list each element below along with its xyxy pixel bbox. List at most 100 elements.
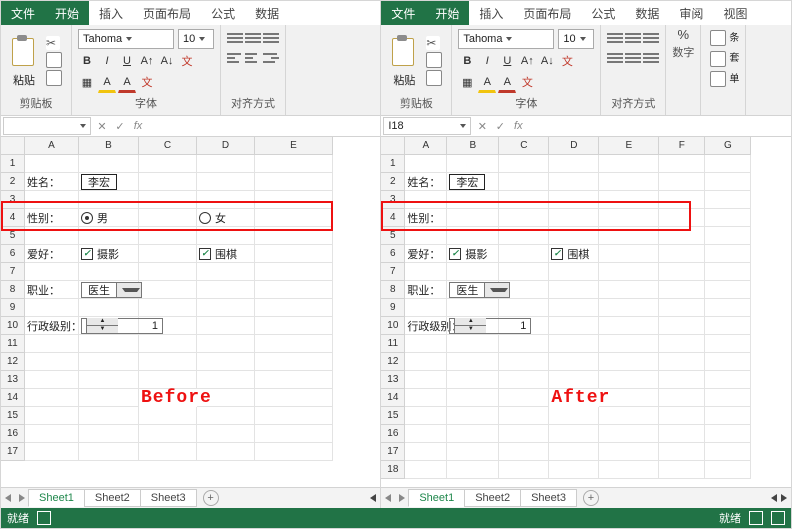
cell[interactable] xyxy=(255,173,333,191)
view-normal-icon[interactable] xyxy=(37,511,51,525)
phonetic-button-2[interactable] xyxy=(138,73,156,91)
phonetic-button[interactable] xyxy=(558,52,576,70)
cell[interactable] xyxy=(659,191,705,209)
cell[interactable] xyxy=(197,389,255,407)
row-header[interactable]: 13 xyxy=(1,371,25,389)
cell-style-button[interactable]: 单 xyxy=(707,70,739,88)
row-header[interactable]: 10 xyxy=(1,317,25,335)
row-header[interactable]: 12 xyxy=(381,353,405,371)
tab-file[interactable]: 文件 xyxy=(1,1,45,25)
cell[interactable] xyxy=(197,317,255,335)
view-page-icon[interactable] xyxy=(771,511,785,525)
cell[interactable] xyxy=(139,281,197,299)
cell[interactable] xyxy=(79,389,139,407)
bold-button[interactable]: B xyxy=(78,52,96,70)
check-photo[interactable]: 摄影 xyxy=(449,246,487,262)
cell[interactable] xyxy=(499,425,549,443)
row-header[interactable]: 1 xyxy=(381,155,405,173)
cell[interactable] xyxy=(447,353,499,371)
cell[interactable] xyxy=(499,407,549,425)
cell-gender-label[interactable]: 性别： xyxy=(405,209,447,227)
scroll-left-icon[interactable] xyxy=(771,494,777,502)
cell[interactable] xyxy=(599,371,659,389)
cell[interactable] xyxy=(25,389,79,407)
row-header[interactable]: 14 xyxy=(381,389,405,407)
italic-button[interactable]: I xyxy=(98,52,116,70)
grow-font-button[interactable]: A↑ xyxy=(138,52,156,70)
cell[interactable] xyxy=(255,443,333,461)
cell[interactable] xyxy=(705,353,751,371)
cell[interactable]: 女 xyxy=(197,209,255,227)
cell[interactable] xyxy=(705,245,751,263)
name-box[interactable]: I18 xyxy=(383,117,471,135)
cell[interactable] xyxy=(499,389,549,407)
cell[interactable] xyxy=(197,407,255,425)
col-header[interactable]: B xyxy=(79,137,139,155)
cell[interactable] xyxy=(659,353,705,371)
cell[interactable]: 摄影 xyxy=(447,245,499,263)
sheet-tab[interactable]: Sheet1 xyxy=(408,489,465,507)
align-right-icon[interactable] xyxy=(263,49,279,67)
cell[interactable]: ▲▼1 xyxy=(447,317,499,335)
tab-page-layout[interactable]: 页面布局 xyxy=(513,1,581,25)
cell[interactable] xyxy=(599,443,659,461)
cell[interactable] xyxy=(139,263,197,281)
cell[interactable] xyxy=(139,371,197,389)
cell[interactable] xyxy=(139,317,197,335)
col-header[interactable]: D xyxy=(197,137,255,155)
cell[interactable] xyxy=(25,227,79,245)
new-sheet-button[interactable]: + xyxy=(583,490,599,506)
align-center-icon[interactable] xyxy=(245,49,261,67)
cancel-button[interactable]: ✕ xyxy=(473,120,491,133)
tab-file[interactable]: 文件 xyxy=(381,1,425,25)
cell[interactable] xyxy=(659,335,705,353)
sheet-tab[interactable]: Sheet3 xyxy=(520,489,577,507)
select-all-corner[interactable] xyxy=(381,137,405,155)
tab-data[interactable]: 数据 xyxy=(625,1,669,25)
cell[interactable] xyxy=(197,335,255,353)
check-photo[interactable]: 摄影 xyxy=(81,246,119,262)
select-all-corner[interactable] xyxy=(1,137,25,155)
cell[interactable] xyxy=(197,227,255,245)
cell[interactable] xyxy=(255,281,333,299)
cell[interactable] xyxy=(25,425,79,443)
cell[interactable] xyxy=(549,299,599,317)
row-header[interactable]: 5 xyxy=(1,227,25,245)
cell[interactable] xyxy=(139,425,197,443)
cut-icon[interactable]: ✂ xyxy=(426,36,440,50)
cell[interactable] xyxy=(549,263,599,281)
cell[interactable] xyxy=(139,155,197,173)
cell[interactable] xyxy=(79,335,139,353)
cell[interactable] xyxy=(79,263,139,281)
col-header[interactable]: C xyxy=(499,137,549,155)
scroll-left-icon[interactable] xyxy=(370,494,376,502)
border-button[interactable]: ▦ xyxy=(458,73,476,91)
cell[interactable] xyxy=(705,335,751,353)
cell[interactable] xyxy=(197,173,255,191)
number-format-icon[interactable]: % xyxy=(678,27,690,42)
cell[interactable] xyxy=(499,191,549,209)
cell[interactable] xyxy=(405,461,447,479)
cell[interactable] xyxy=(79,227,139,245)
tab-review[interactable]: 审阅 xyxy=(669,1,713,25)
enter-button[interactable]: ✓ xyxy=(111,120,129,133)
font-color-button[interactable]: A xyxy=(118,73,136,93)
cell[interactable] xyxy=(499,263,549,281)
cell[interactable] xyxy=(447,389,499,407)
align-left-icon[interactable] xyxy=(227,49,243,67)
row-header[interactable]: 12 xyxy=(1,353,25,371)
cell[interactable] xyxy=(255,389,333,407)
tab-insert[interactable]: 插入 xyxy=(89,1,133,25)
cell[interactable] xyxy=(705,191,751,209)
italic-button[interactable]: I xyxy=(478,52,496,70)
row-header[interactable]: 4 xyxy=(1,209,25,227)
cell[interactable]: 男 xyxy=(79,209,139,227)
cell[interactable] xyxy=(549,191,599,209)
cell[interactable] xyxy=(139,407,197,425)
row-header[interactable]: 6 xyxy=(1,245,25,263)
tab-insert[interactable]: 插入 xyxy=(469,1,513,25)
row-header[interactable]: 17 xyxy=(1,443,25,461)
cell[interactable] xyxy=(549,461,599,479)
cell[interactable] xyxy=(599,173,659,191)
sheet-nav-next[interactable] xyxy=(19,494,25,502)
